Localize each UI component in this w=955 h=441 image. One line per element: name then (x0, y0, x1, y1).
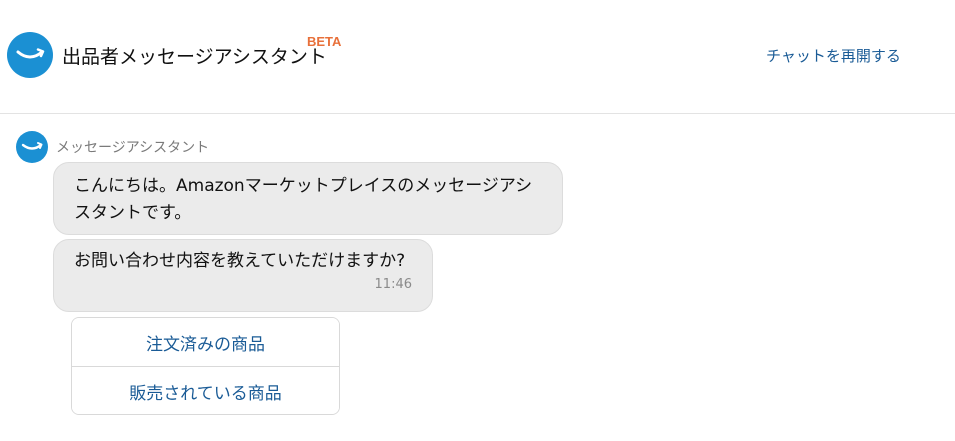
message-text: お問い合わせ内容を教えていただけますか? (74, 251, 406, 271)
amazon-smile-icon (7, 32, 53, 78)
restart-chat-link[interactable]: チャットを再開する (766, 45, 901, 66)
page-title: 出品者メッセージアシスタント (62, 46, 327, 68)
option-ordered-items-button[interactable]: 注文済みの商品 (72, 318, 339, 366)
sender-name: メッセージアシスタント (56, 140, 210, 156)
amazon-smile-icon (16, 131, 48, 163)
message-timestamp: 11:46 (374, 277, 412, 292)
message-text: こんにちは。Amazonマーケットプレイスのメッセージアシスタントです。 (74, 176, 533, 223)
message-bubble: こんにちは。Amazonマーケットプレイスのメッセージアシスタントです。 (53, 162, 563, 235)
option-items-for-sale-button[interactable]: 販売されている商品 (72, 366, 339, 414)
quick-reply-options: 注文済みの商品 販売されている商品 (71, 317, 340, 415)
header: 出品者メッセージアシスタント BETA チャットを再開する (0, 0, 955, 114)
beta-badge: BETA (307, 34, 342, 49)
message-bubble: お問い合わせ内容を教えていただけますか? 11:46 (53, 239, 433, 312)
